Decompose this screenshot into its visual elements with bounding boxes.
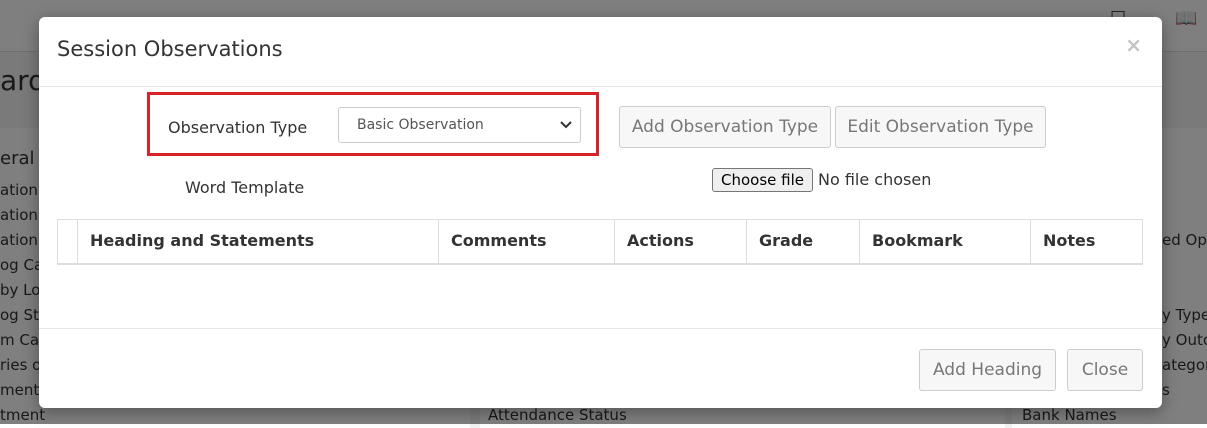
file-status-text: No file chosen (818, 170, 932, 189)
choose-file-button[interactable]: Choose file (712, 168, 813, 192)
observation-type-label: Observation Type (168, 118, 308, 137)
column-notes: Notes (1030, 220, 1142, 264)
edit-observation-type-button[interactable]: Edit Observation Type (835, 106, 1046, 148)
observation-type-select[interactable]: Basic Observation (338, 107, 581, 143)
session-observations-modal: Session Observations × Observation Type … (39, 17, 1162, 408)
column-heading-and-statements: Heading and Statements (77, 220, 438, 264)
column-actions: Actions (614, 220, 746, 264)
column-grade: Grade (746, 220, 859, 264)
modal-title: Session Observations (57, 37, 283, 61)
column-bookmark: Bookmark (859, 220, 1030, 264)
modal-header: Session Observations × (39, 17, 1162, 87)
close-button[interactable]: Close (1067, 349, 1143, 391)
add-heading-button[interactable]: Add Heading (919, 349, 1056, 391)
modal-footer: Add Heading Close (39, 328, 1162, 408)
observations-table: Heading and Statements Comments Actions … (57, 219, 1143, 265)
observation-type-selected-value: Basic Observation (357, 117, 484, 133)
close-icon[interactable]: × (1125, 35, 1142, 55)
table-select-column (58, 220, 77, 264)
column-comments: Comments (438, 220, 614, 264)
chevron-down-icon (560, 108, 572, 155)
word-template-label: Word Template (185, 178, 305, 197)
add-observation-type-button[interactable]: Add Observation Type (619, 106, 831, 148)
